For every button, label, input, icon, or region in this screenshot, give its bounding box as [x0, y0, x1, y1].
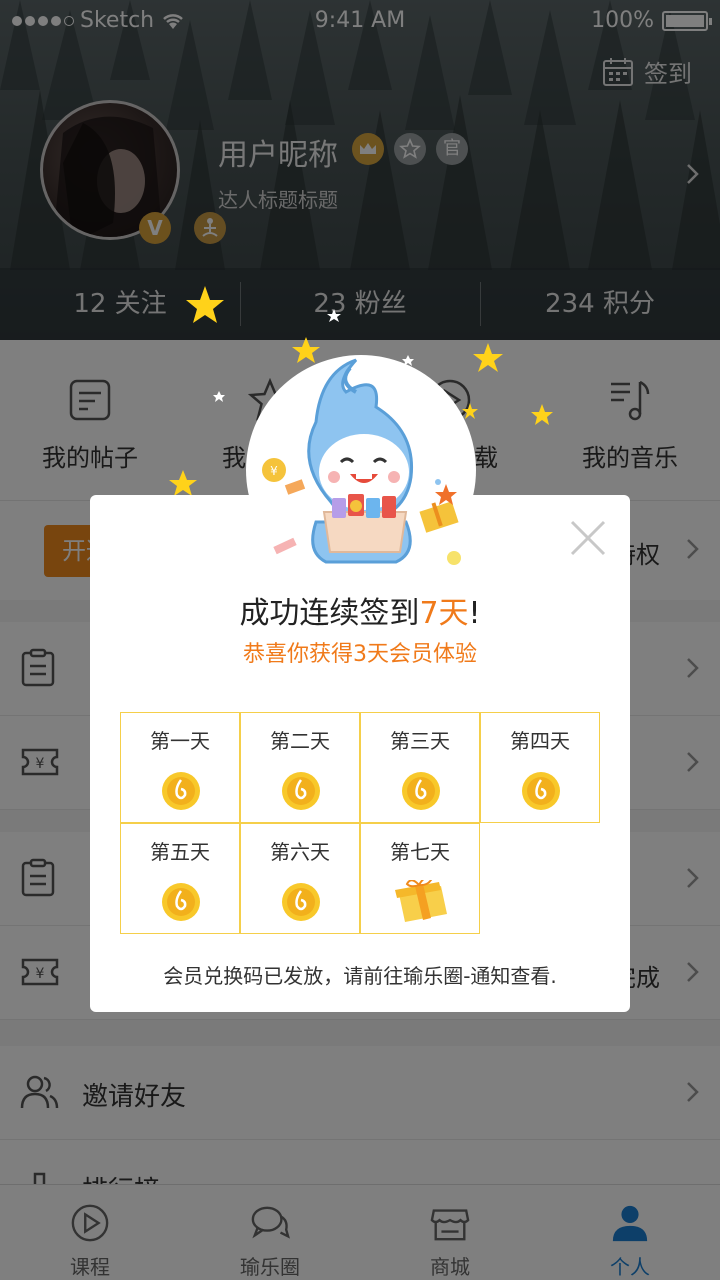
mascot-illustration: ¥ — [246, 355, 476, 582]
dialog-title: 成功连续签到7天! — [90, 588, 630, 632]
dialog-title-prefix: 成功连续签到 — [239, 596, 420, 631]
dialog-footer-note: 会员兑换码已发放，请前往瑜乐圈-通知查看. — [163, 964, 557, 988]
checkin-day-label: 第二天 — [270, 729, 330, 753]
sparkle-star-icon — [531, 404, 553, 425]
checkin-day-label: 第四天 — [510, 729, 570, 753]
checkin-day-cell: 第六天 — [240, 823, 360, 934]
checkin-day-label: 第五天 — [150, 840, 210, 864]
dialog-subtitle: 恭喜你获得3天会员体验 — [243, 642, 477, 667]
coin-icon — [282, 772, 320, 810]
dialog-title-highlight: 7天 — [419, 596, 469, 631]
checkin-day-label: 第六天 — [270, 840, 330, 864]
coin-icon — [162, 883, 200, 921]
checkin-day-cell: 第七天 — [360, 823, 480, 934]
dialog-title-suffix: ! — [468, 596, 481, 631]
coin-icon — [282, 883, 320, 921]
checkin-day-cell: 第三天 — [360, 712, 480, 823]
coin-icon — [162, 772, 200, 810]
checkin-day-label: 第三天 — [390, 729, 450, 753]
coin-icon — [522, 772, 560, 810]
checkin-day-cell: 第二天 — [240, 712, 360, 823]
sparkle-star-icon — [169, 470, 197, 496]
checkin-day-label: 第七天 — [390, 840, 450, 864]
checkin-day-cell: 第一天 — [120, 712, 240, 823]
checkin-day-label: 第一天 — [150, 729, 210, 753]
sparkle-star-icon — [327, 309, 341, 322]
checkin-day-cell: 第四天 — [480, 712, 600, 823]
sparkle-star-icon — [213, 391, 225, 402]
svg-text:¥: ¥ — [270, 464, 278, 478]
checkin-day-cell: 第五天 — [120, 823, 240, 934]
coin-icon — [402, 772, 440, 810]
close-icon[interactable] — [568, 518, 608, 558]
sparkle-star-icon — [473, 343, 503, 372]
sparkle-star-icon — [186, 286, 224, 323]
gift-icon — [395, 880, 447, 922]
